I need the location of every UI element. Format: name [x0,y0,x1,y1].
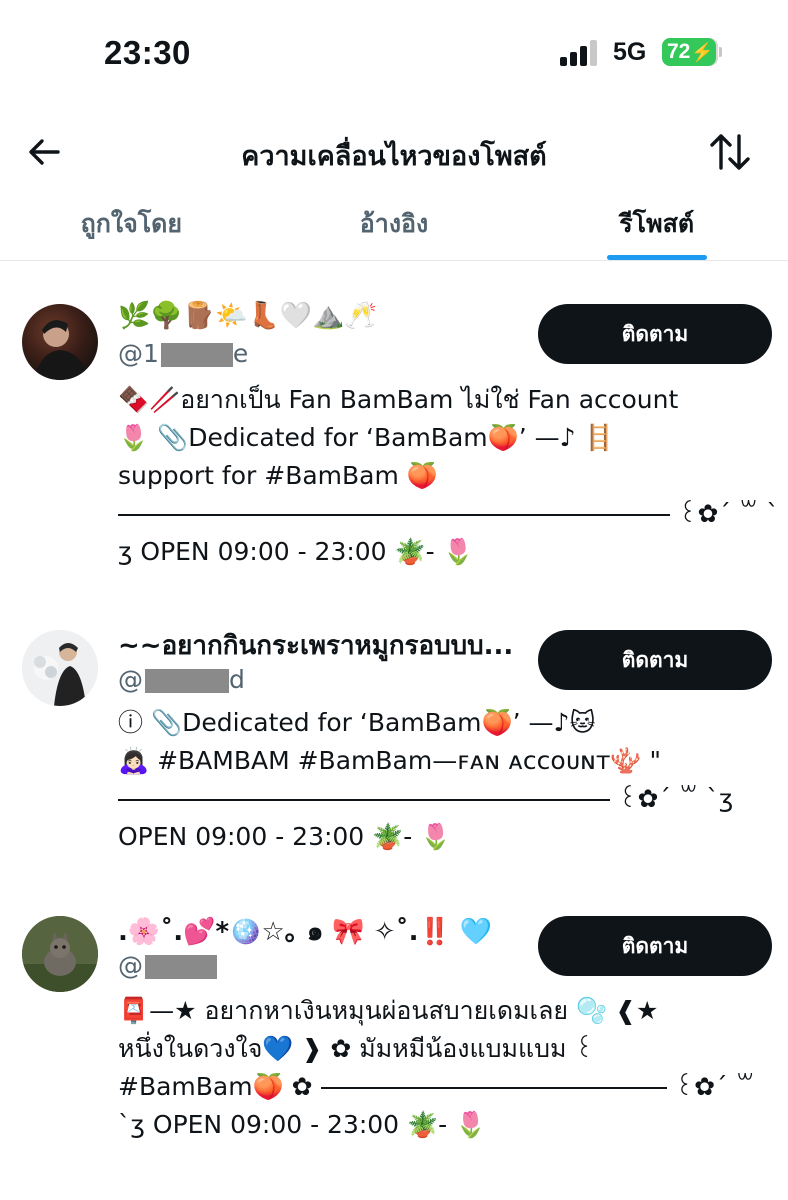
redacted-handle [145,669,229,693]
bio-kaomoji: ꒰✿´ ꒳ `ʒ [617,784,734,813]
handle-prefix: @1 [118,339,159,368]
bio-line: 🙇🏻‍♀️ #BAMBAM #BamBam—ꜰᴀɴ ᴀᴄᴄᴏᴜɴᴛ🪸 " [118,746,661,775]
avatar[interactable] [22,916,98,992]
battery-icon: 72 ⚡ [662,38,716,66]
header: ความเคลื่อนไหวของโพสต์ [0,110,788,190]
display-name: .🌸˚.💕*🪩☆｡ ๑ 🎀 ✧˚.‼️ 🩵 [118,917,493,947]
bio-line: 🌷 📎Dedicated for ‘BamBam🍑’ —♪ 🪜 [118,423,615,452]
display-name: 🌿🌳🪵🌤️👢🤍⛰️🥂 [118,301,377,331]
bio-line: หนึ่งในดวงใจ💙 ❱ ✿ มัมหมีน้องแบมแบม ꒰ [118,1034,594,1063]
user-list-item[interactable]: .🌸˚.💕*🪩☆｡ ๑ 🎀 ✧˚.‼️ 🩵 @ ติดตาม 📮—★ อยากห… [0,912,788,1182]
tab-quotes[interactable]: อ้างอิง [263,190,526,260]
user-handle: @1 e [118,338,248,370]
handle-suffix: d [229,665,245,694]
bio-line: #BamBam🍑 ✿ ꒰✿´ ꒳ [118,1068,778,1106]
avatar[interactable] [22,304,98,380]
battery-level: 72 [667,40,691,63]
redacted-handle [160,343,233,367]
network-type: 5G [613,38,647,66]
bio-line: OPEN 09:00 - 23:00 🪴- 🌷 [118,822,452,851]
user-handle: @ [118,950,217,982]
user-handle: @ d [118,664,245,696]
tab-liked-by[interactable]: ถูกใจโดย [0,190,263,260]
bio-line: ⓘ 📎Dedicated for ‘BamBam🍑’ —♪🐱 [118,708,596,737]
page-title: ความเคลื่อนไหวของโพสต์ [241,141,547,172]
swap-vertical-icon[interactable] [708,130,752,174]
bio-line: 🍫🥢อยากเป็น Fan BamBam ไม่ใช่ Fan account [118,385,679,414]
tab-reposts[interactable]: รีโพสต์ [525,190,788,260]
follow-button[interactable]: ติดตาม [538,304,772,364]
bio-line: `ʒ OPEN 09:00 - 23:00 🪴- 🌷 [118,1110,487,1139]
bio-line: 📮—★ อยากหาเงินหมุนผ่อนสบายเดมเลย 🫧 ❰★ [118,996,659,1025]
follow-button[interactable]: ติดตาม [538,916,772,976]
bio-line: ꒰✿´ ꒳ ` [118,495,778,533]
user-bio: ⓘ 📎Dedicated for ‘BamBam🍑’ —♪🐱 🙇🏻‍♀️ #BA… [118,704,778,856]
divider-line [320,1087,667,1089]
avatar[interactable] [22,630,98,706]
bio-hashtag: #BamBam🍑 ✿ [118,1072,313,1101]
user-bio: 📮—★ อยากหาเงินหมุนผ่อนสบายเดมเลย 🫧 ❰★ หน… [118,992,778,1144]
follow-button[interactable]: ติดตาม [538,630,772,690]
charging-bolt-icon: ⚡ [691,41,714,62]
handle-suffix: e [232,339,249,368]
tab-bar: ถูกใจโดย อ้างอิง รีโพสต์ [0,190,788,261]
display-name: ~~อยากกินกระเพราหมูกรอบบบ... [118,631,514,661]
divider-line [118,799,610,801]
divider-line [118,514,670,516]
handle-prefix: @ [118,665,143,694]
user-list-item[interactable]: ~~อยากกินกระเพราหมูกรอบบบ... @ d ติดตาม ⓘ… [0,626,788,896]
status-bar: 23:30 5G 72 ⚡ [0,0,788,100]
bio-kaomoji: ꒰✿´ ꒳ [674,1072,755,1101]
redacted-handle [145,955,217,979]
signal-strength-icon [560,40,600,66]
bio-kaomoji: ꒰✿´ ꒳ ` [677,499,778,528]
bio-line: support for #BamBam 🍑 [118,461,438,490]
user-list-item[interactable]: 🌿🌳🪵🌤️👢🤍⛰️🥂 @1 e ติดตาม 🍫🥢อยากเป็น Fan Bam… [0,296,788,596]
bio-line: ʒ OPEN 09:00 - 23:00 🪴- 🌷 [118,537,474,566]
status-time: 23:30 [104,34,191,71]
battery-cap [719,47,722,57]
handle-prefix: @ [118,951,143,980]
user-bio: 🍫🥢อยากเป็น Fan BamBam ไม่ใช่ Fan account… [118,381,778,571]
bio-line: ꒰✿´ ꒳ `ʒ [118,780,778,818]
